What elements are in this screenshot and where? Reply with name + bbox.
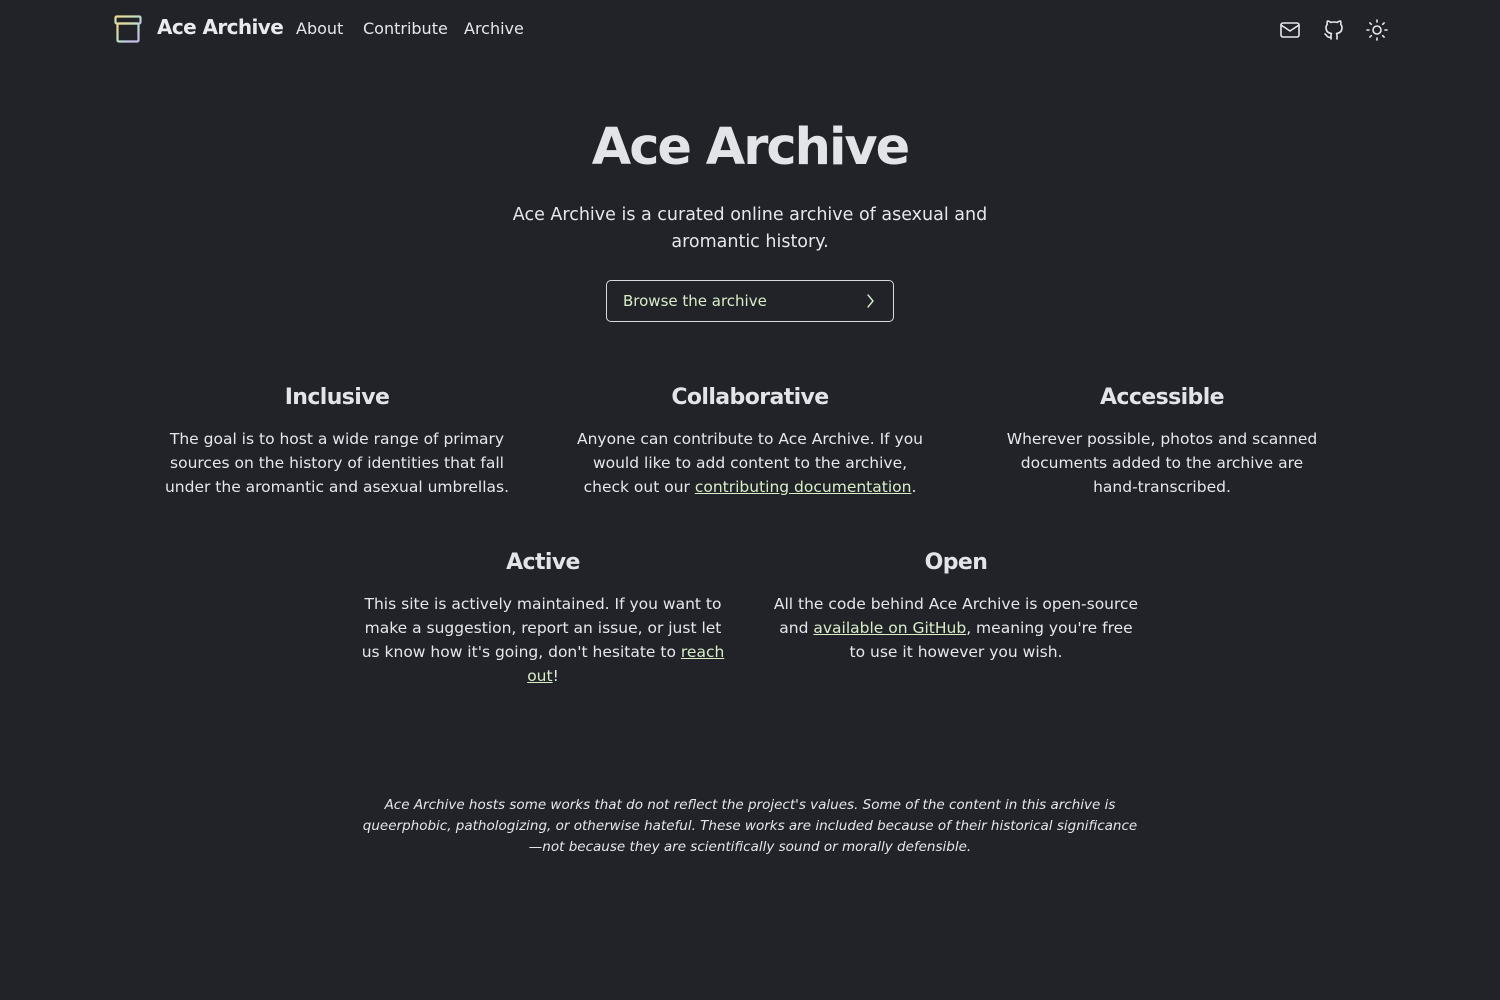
nav-link-archive[interactable]: Archive — [464, 19, 524, 38]
browse-archive-label: Browse the archive — [623, 292, 767, 310]
feature-collaborative: Collaborative Anyone can contribute to A… — [570, 383, 930, 499]
feature-title: Active — [506, 550, 580, 575]
feature-text: The goal is to host a wide range of prim… — [164, 430, 510, 496]
feature-text: Anyone can contribute to Ace Archive. If… — [576, 430, 924, 496]
nav-link-contribute[interactable]: Contribute — [363, 19, 448, 38]
feature-active: Active This site is actively maintained.… — [358, 548, 728, 688]
feature-text: This site is actively maintained. If you… — [361, 595, 725, 685]
feature-title: Collaborative — [671, 385, 829, 410]
feature-open: Open All the code behind Ace Archive is … — [773, 548, 1139, 664]
page-title: Ace Archive — [591, 118, 911, 177]
feature-inclusive: Inclusive The goal is to host a wide ran… — [147, 383, 527, 499]
contributing-docs-link[interactable]: contributing documentation — [695, 478, 912, 496]
chevron-right-icon — [865, 292, 875, 310]
archive-box-logo-icon[interactable] — [113, 14, 143, 44]
github-link[interactable]: available on GitHub — [813, 619, 966, 637]
brand-link[interactable]: Ace Archive — [157, 15, 284, 39]
browse-archive-button[interactable]: Browse the archive — [606, 280, 894, 322]
content-disclaimer: Ace Archive hosts some works that do not… — [362, 797, 1138, 855]
feature-title: Open — [924, 550, 988, 575]
feature-title: Inclusive — [284, 385, 390, 410]
sun-icon[interactable] — [1365, 18, 1389, 42]
hero-subtitle: Ace Archive is a curated online archive … — [512, 205, 988, 252]
top-nav: Ace Archive About Contribute Archive — [0, 0, 1500, 60]
feature-text: Wherever possible, photos and scanned do… — [1006, 430, 1318, 496]
mail-icon[interactable] — [1278, 18, 1302, 42]
feature-title: Accessible — [1100, 385, 1225, 410]
nav-link-about[interactable]: About — [296, 19, 343, 38]
feature-text: All the code behind Ace Archive is open-… — [773, 595, 1139, 661]
feature-accessible: Accessible Wherever possible, photos and… — [997, 383, 1327, 499]
github-icon[interactable] — [1322, 18, 1346, 42]
